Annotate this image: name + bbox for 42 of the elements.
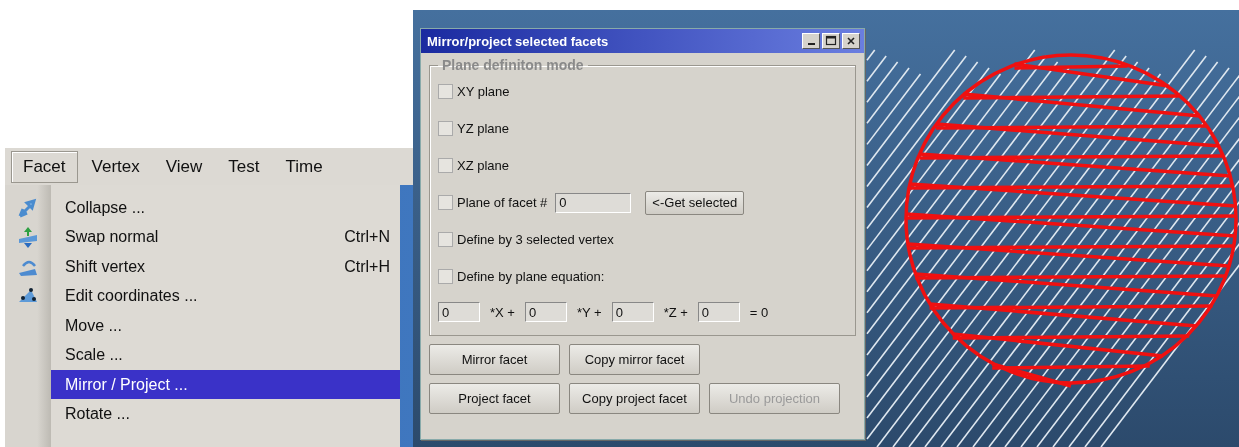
checkbox[interactable]: [438, 269, 453, 284]
close-button[interactable]: [842, 33, 860, 49]
coefficient-field[interactable]: 0: [438, 302, 480, 322]
checkbox[interactable]: [438, 121, 453, 136]
action-button[interactable]: Project facet: [429, 383, 560, 414]
action-button[interactable]: Mirror facet: [429, 344, 560, 375]
checkbox[interactable]: [438, 84, 453, 99]
close-icon: [845, 35, 857, 47]
flip-arrows-icon: [17, 225, 39, 250]
equation-term: *Z +: [663, 304, 688, 320]
menu-item[interactable]: Mirror / Project ...: [51, 370, 400, 400]
checkbox-label: YZ plane: [457, 121, 510, 136]
group-legend: Plane definiton mode: [438, 57, 588, 73]
checkbox[interactable]: [438, 158, 453, 173]
checkbox-label: Define by 3 selected vertex: [457, 232, 614, 247]
equation-term: *X +: [490, 304, 515, 320]
window-title: Mirror/project selected facets: [427, 33, 609, 49]
menu-bar-item[interactable]: View: [153, 150, 215, 183]
checkbox[interactable]: [438, 232, 453, 247]
checkbox[interactable]: [438, 195, 453, 210]
minimize-icon: [807, 43, 815, 45]
coefficient-field[interactable]: 0: [524, 302, 567, 322]
coefficient-field[interactable]: 0: [611, 302, 654, 322]
coefficient-field[interactable]: 0: [697, 302, 740, 322]
menu-bar-item[interactable]: Vertex: [79, 150, 152, 183]
minimize-button[interactable]: [802, 33, 820, 49]
maximize-button[interactable]: [822, 33, 840, 49]
facet-number-field[interactable]: 0: [555, 192, 632, 213]
menu-bar-item[interactable]: Facet: [11, 150, 78, 183]
checkbox-label: XY plane: [457, 84, 510, 99]
action-button[interactable]: Copy project facet: [569, 383, 700, 414]
menu-bar-item[interactable]: Time: [273, 150, 335, 183]
checkbox-label: Define by plane equation:: [457, 269, 605, 284]
equation-term: = 0: [749, 304, 769, 320]
action-button[interactable]: Copy mirror facet: [569, 344, 700, 375]
checkbox-label: XZ plane: [457, 158, 510, 173]
maximize-icon: [825, 35, 837, 47]
checkbox-label: Plane of facet #: [457, 195, 548, 210]
menu-bar-item[interactable]: Test: [216, 150, 272, 183]
get-selected-button[interactable]: <-Get selected: [645, 190, 745, 215]
diagonal-arrow-icon: [17, 196, 39, 219]
equation-term: *Y +: [576, 304, 602, 320]
